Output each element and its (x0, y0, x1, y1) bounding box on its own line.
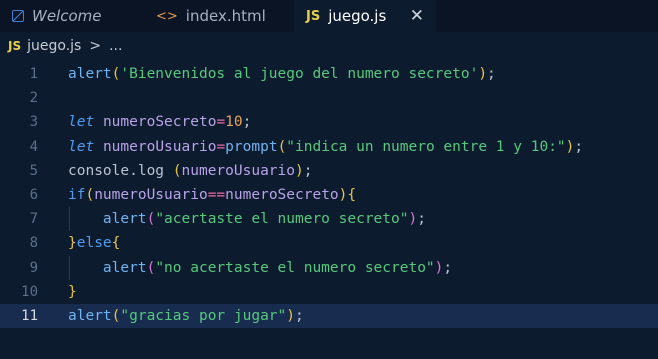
code-line[interactable]: 3 let numeroSecreto=10; (0, 110, 658, 134)
code-text: let numeroUsuario=prompt("indica un nume… (68, 135, 583, 159)
code-text: alert("gracias por jugar"); (68, 304, 304, 328)
code-token: ( (146, 211, 156, 228)
breadcrumb-more[interactable]: ... (109, 38, 122, 54)
code-line[interactable]: 2 (0, 86, 658, 110)
code-token: ; (443, 259, 453, 276)
code-token: ) (478, 66, 488, 82)
code-token: ( (146, 259, 156, 276)
code-token: { (111, 235, 121, 252)
line-number: 8 (29, 235, 38, 252)
code-text: console.log (numeroUsuario); (68, 159, 312, 183)
line-number: 2 (29, 90, 38, 107)
chevron-right-icon: > (89, 38, 102, 54)
code-token: 10 (225, 114, 243, 131)
tab-juego-js[interactable]: JS juego.js ✕ (294, 0, 436, 32)
code-line[interactable]: 4 let numeroUsuario=prompt("indica un num… (0, 135, 658, 159)
code-token: ; (295, 307, 304, 324)
code-token: "acertaste el numero secreto" (155, 211, 409, 228)
code-line[interactable]: 7 alert("acertaste el numero secreto"); (0, 207, 658, 232)
code-line[interactable]: 8}else{ (0, 231, 658, 255)
line-number: 9 (29, 259, 38, 276)
line-number: 6 (29, 186, 38, 203)
code-text: let numeroSecreto=10; (68, 110, 251, 134)
code-token: prompt (225, 138, 278, 155)
code-token: = (216, 138, 226, 155)
code-token: ) (286, 307, 295, 324)
code-line[interactable]: 6 if(numeroUsuario==numeroSecreto){ (0, 183, 658, 207)
line-number: 10 (21, 283, 38, 300)
code-line[interactable]: 1 alert('Bienvenidos al juego del numero … (0, 62, 658, 86)
code-token: alert (102, 211, 147, 228)
code-line[interactable]: 9 alert("no acertaste el numero secreto"… (0, 255, 658, 280)
code-text: } (68, 280, 77, 304)
code-token: numeroUsuario (94, 186, 208, 203)
breadcrumb: JS juego.js > ... (0, 32, 658, 60)
code-token: ( (85, 186, 95, 203)
code-editor[interactable]: 1 alert('Bienvenidos al juego del numero … (0, 62, 658, 329)
code-token: numeroUsuario (181, 162, 296, 179)
code-token: let (68, 138, 95, 155)
code-token: if (68, 186, 86, 203)
tab-bar: Welcome <> index.html JS juego.js ✕ (0, 0, 658, 32)
line-number: 4 (29, 138, 38, 155)
code-token: "gracias por jugar" (120, 307, 287, 324)
code-token: ; (303, 162, 313, 179)
breadcrumb-file[interactable]: juego.js (27, 38, 81, 54)
code-token: numeroUsuario (102, 138, 217, 155)
code-token: 'Bienvenidos al juego del numero secreto… (120, 66, 479, 82)
code-text: alert('Bienvenidos al juego del numero s… (68, 62, 496, 86)
code-token: ; (417, 211, 426, 228)
js-icon: JS (8, 39, 22, 53)
code-token: . (129, 162, 138, 179)
code-token: == (207, 186, 226, 203)
code-token: ( (277, 138, 287, 155)
close-icon[interactable]: ✕ (410, 6, 424, 26)
html-icon: <> (156, 8, 178, 24)
code-text: alert("acertaste el numero secreto"); (68, 207, 426, 231)
js-icon: JS (306, 8, 321, 24)
code-token: alert (102, 259, 147, 276)
code-token: log (137, 162, 173, 179)
line-number: 3 (29, 114, 38, 131)
code-token: ) (408, 211, 418, 228)
code-token: ; (574, 138, 584, 155)
code-text: }else{ (68, 231, 120, 255)
code-token: numeroSecreto (102, 114, 217, 131)
code-token: ; (487, 66, 496, 82)
tab-label: index.html (185, 7, 266, 25)
code-text: if(numeroUsuario==numeroSecreto){ (68, 183, 356, 207)
code-token: } (68, 235, 77, 252)
line-number: 1 (29, 66, 38, 82)
code-token: let (68, 114, 95, 131)
line-number: 5 (29, 162, 38, 179)
tab-label: Welcome (32, 7, 102, 25)
code-token: numeroSecreto (225, 186, 339, 203)
code-token: { (347, 186, 357, 203)
code-token: alert (68, 66, 112, 82)
line-number: 11 (21, 307, 38, 324)
code-token: = (216, 114, 226, 131)
code-text: alert("no acertaste el numero secreto"); (68, 256, 452, 280)
code-token: console (68, 162, 130, 179)
code-token: else (76, 235, 112, 252)
code-line[interactable]: 5 console.log (numeroUsuario); (0, 159, 658, 183)
welcome-icon (12, 10, 24, 22)
code-token: "indica un numero entre 1 y 10:" (286, 138, 566, 155)
code-token: ( (172, 162, 182, 179)
tab-welcome[interactable]: Welcome (0, 0, 144, 32)
tab-label: juego.js (328, 7, 387, 25)
line-number: 7 (29, 211, 38, 228)
code-token: alert (68, 307, 112, 324)
code-token: ) (295, 162, 304, 179)
code-token: "no acertaste el numero secreto" (155, 259, 435, 276)
code-line[interactable]: 10} (0, 280, 658, 304)
code-token: ; (242, 114, 252, 131)
code-token: } (68, 283, 77, 300)
code-line[interactable]: 11 alert("gracias por jugar"); (0, 303, 658, 329)
tab-index-html[interactable]: <> index.html (144, 0, 294, 32)
